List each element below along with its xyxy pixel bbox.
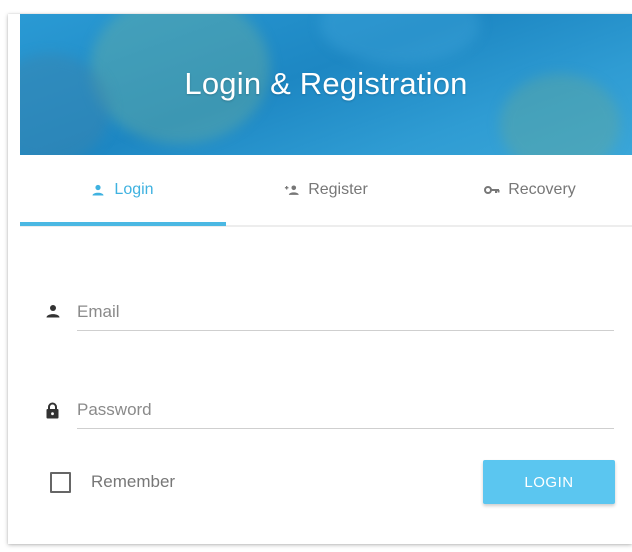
key-icon: [484, 183, 500, 197]
tab-login-label: Login: [114, 181, 154, 198]
lock-icon: [46, 402, 62, 420]
tab-register[interactable]: Register: [224, 155, 428, 225]
tab-register-label: Register: [308, 181, 368, 198]
password-field: [46, 392, 616, 432]
tab-bar: Login Register Recovery: [20, 155, 632, 227]
header-banner: Login & Registration: [20, 14, 632, 155]
person-icon: [90, 183, 106, 197]
remember-label: Remember: [91, 472, 176, 491]
remember-checkbox-row[interactable]: Remember: [50, 467, 175, 497]
person-add-icon: [284, 183, 300, 197]
email-field: [46, 294, 616, 334]
remember-checkbox[interactable]: [50, 471, 71, 493]
login-card: Login & Registration Login Register Reco…: [8, 14, 632, 544]
tab-recovery-label: Recovery: [508, 181, 576, 198]
tab-login[interactable]: Login: [20, 155, 224, 225]
page-title: Login & Registration: [184, 66, 468, 101]
person-icon: [46, 304, 62, 322]
active-tab-indicator: [20, 222, 226, 226]
email-input[interactable]: [77, 294, 614, 331]
tab-recovery[interactable]: Recovery: [428, 155, 632, 225]
login-button[interactable]: LOGIN: [483, 460, 615, 504]
password-input[interactable]: [77, 392, 614, 429]
